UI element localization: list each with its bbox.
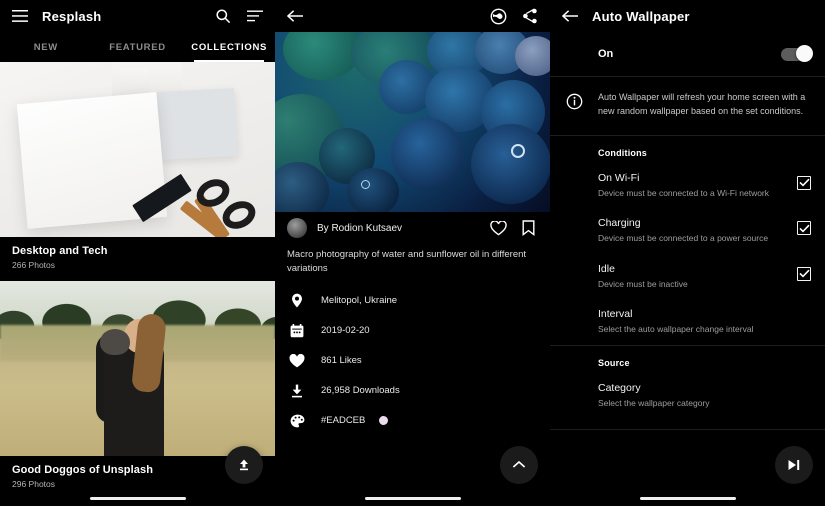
photo-meta-location: Melitopol, Ukraine: [275, 286, 550, 316]
tab-collections[interactable]: COLLECTIONS: [183, 32, 275, 62]
photo-info-panel: By Rodion Kutsaev Macro photography of w…: [275, 212, 550, 436]
sort-icon[interactable]: [245, 6, 265, 26]
upload-fab-button[interactable]: [225, 446, 263, 484]
palette-icon: [287, 411, 307, 431]
setting-row-text: On Wi-Fi Device must be connected to a W…: [598, 172, 787, 199]
photo-detail-screen: By Rodion Kutsaev Macro photography of w…: [275, 0, 550, 506]
nav-gesture-pill[interactable]: [364, 496, 461, 500]
upload-icon: [234, 455, 254, 475]
checkbox-idle[interactable]: [797, 266, 811, 281]
nav-gesture-pill[interactable]: [639, 496, 736, 500]
photo-author-row[interactable]: By Rodion Kutsaev: [275, 212, 550, 246]
setting-row-category[interactable]: Category Select the wallpaper category: [550, 374, 825, 419]
setting-subtitle: Device must be connected to a power sour…: [598, 233, 769, 244]
auto-wallpaper-toggle-row[interactable]: On: [550, 32, 825, 76]
setting-subtitle: Device must be connected to a Wi-Fi netw…: [598, 187, 770, 198]
globe-icon[interactable]: [488, 6, 508, 26]
photo-appbar: [275, 0, 550, 32]
next-wallpaper-fab-button[interactable]: [775, 446, 813, 484]
setting-row-interval[interactable]: Interval Select the auto wallpaper chang…: [550, 300, 825, 345]
system-navigation-bar: [550, 490, 825, 506]
back-arrow-icon[interactable]: [560, 6, 580, 26]
tab-featured[interactable]: FEATURED: [92, 32, 184, 62]
search-icon[interactable]: [213, 6, 233, 26]
photo-hero-image[interactable]: [275, 32, 550, 212]
settings-appbar: Auto Wallpaper: [550, 0, 825, 32]
setting-row-on-wifi[interactable]: On Wi-Fi Device must be connected to a W…: [550, 164, 825, 209]
info-banner: Auto Wallpaper will refresh your home sc…: [550, 77, 825, 135]
checkbox-charging[interactable]: [797, 221, 811, 236]
collection-photo-count: 266 Photos: [12, 260, 56, 270]
photo-meta-color: #EADCEB: [275, 406, 550, 436]
collections-screen: Resplash NEW FEATURED COLLECTIONS Deskto…: [0, 0, 275, 506]
heart-outline-icon[interactable]: [488, 218, 508, 238]
setting-title: Charging: [598, 217, 641, 230]
nav-gesture-pill[interactable]: [89, 496, 186, 500]
photo-meta-downloads: 26,958 Downloads: [275, 376, 550, 406]
divider: [550, 429, 825, 431]
section-header-source: Source: [598, 358, 630, 369]
info-circle-icon: [564, 91, 584, 111]
collection-photo-count: 296 Photos: [12, 479, 56, 489]
photo-author-name: By Rodion Kutsaev: [317, 222, 403, 234]
checkbox-on-wifi[interactable]: [797, 175, 811, 190]
setting-row-text: Category Select the wallpaper category: [598, 382, 811, 409]
collections-appbar: Resplash: [0, 0, 275, 32]
photo-location-text: Melitopol, Ukraine: [321, 295, 398, 307]
collection-cover-image: [0, 281, 275, 456]
auto-wallpaper-switch[interactable]: [781, 45, 813, 62]
auto-wallpaper-settings-screen: Auto Wallpaper On Auto Wallpaper will re…: [550, 0, 825, 506]
setting-row-text: Idle Device must be inactive: [598, 263, 787, 290]
collection-caption: Desktop and Tech 266 Photos: [0, 237, 275, 281]
list-item[interactable]: Desktop and Tech 266 Photos: [0, 62, 275, 281]
calendar-icon: [287, 321, 307, 341]
collections-list[interactable]: Desktop and Tech 266 Photos Good Doggos …: [0, 62, 275, 506]
setting-title: On Wi-Fi: [598, 171, 640, 184]
setting-title: Category: [598, 382, 641, 395]
setting-title: Interval: [598, 307, 633, 320]
system-navigation-bar: [275, 490, 550, 506]
collections-tabbar: NEW FEATURED COLLECTIONS: [0, 32, 275, 62]
toggle-label: On: [598, 48, 614, 60]
section-header-conditions: Conditions: [598, 147, 647, 158]
back-arrow-icon[interactable]: [285, 6, 305, 26]
system-navigation-bar: [0, 490, 275, 506]
setting-row-text: Interval Select the auto wallpaper chang…: [598, 308, 811, 335]
photo-downloads-text: 26,958 Downloads: [321, 385, 400, 397]
collection-cover-image: [0, 62, 275, 237]
bookmark-outline-icon[interactable]: [518, 218, 538, 238]
photo-likes-text: 861 Likes: [321, 355, 362, 367]
setting-row-text: Charging Device must be connected to a p…: [598, 217, 787, 244]
app-title: Resplash: [42, 8, 102, 24]
photo-color-hex: #EADCEB: [321, 415, 366, 427]
three-panel-screenshot: Resplash NEW FEATURED COLLECTIONS Deskto…: [0, 0, 825, 506]
setting-row-idle[interactable]: Idle Device must be inactive: [550, 255, 825, 300]
color-swatch: [379, 416, 389, 426]
photo-meta-likes: 861 Likes: [275, 346, 550, 376]
share-icon[interactable]: [520, 6, 540, 26]
download-icon: [287, 381, 307, 401]
scroll-to-top-fab-button[interactable]: [500, 446, 538, 484]
location-pin-icon: [287, 291, 307, 311]
heart-filled-icon: [287, 351, 307, 371]
hamburger-menu-icon[interactable]: [10, 6, 30, 26]
collection-title: Desktop and Tech: [12, 245, 108, 257]
avatar[interactable]: [287, 218, 307, 238]
setting-title: Idle: [598, 262, 615, 275]
setting-subtitle: Select the wallpaper category: [598, 398, 710, 409]
info-banner-text: Auto Wallpaper will refresh your home sc…: [598, 92, 806, 116]
setting-subtitle: Device must be inactive: [598, 278, 688, 289]
settings-title: Auto Wallpaper: [592, 8, 690, 24]
photo-meta-date: 2019-02-20: [275, 316, 550, 346]
photo-description: Macro photography of water and sunflower…: [287, 249, 527, 274]
setting-subtitle: Select the auto wallpaper change interva…: [598, 323, 754, 334]
photo-date-text: 2019-02-20: [321, 325, 370, 337]
skip-next-icon: [784, 455, 804, 475]
tab-new[interactable]: NEW: [0, 32, 92, 62]
setting-row-charging[interactable]: Charging Device must be connected to a p…: [550, 209, 825, 254]
chevron-up-icon: [509, 455, 529, 475]
